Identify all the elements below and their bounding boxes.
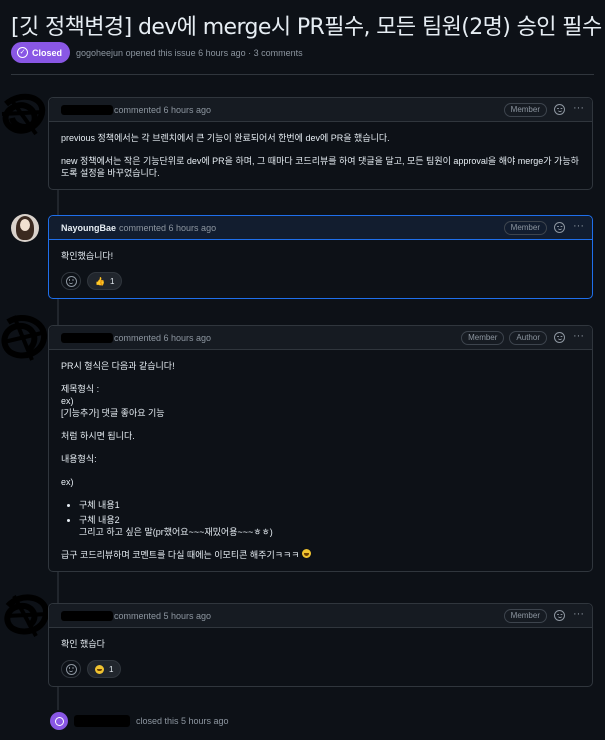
member-role-badge: Member xyxy=(503,102,547,117)
comment-paragraph: 확인 했습다 xyxy=(61,639,105,649)
grin-emoji-icon xyxy=(302,549,312,558)
member-role-badge: Member xyxy=(503,220,547,235)
reactions-bar: 👍 1 xyxy=(49,272,592,298)
add-reaction-icon[interactable] xyxy=(554,222,565,233)
reaction-count: 1 xyxy=(109,276,115,286)
list-item-text: 구체 내용2 xyxy=(79,515,120,525)
add-reaction-icon[interactable] xyxy=(554,104,565,115)
comment-2: NayoungBae commented 6 hours ago Member … xyxy=(48,215,593,299)
comment-timestamp[interactable]: commented 6 hours ago xyxy=(119,223,216,233)
comment-header: commented 6 hours ago Member ··· xyxy=(49,98,592,122)
more-options-icon[interactable]: ··· xyxy=(573,331,584,343)
redacted-avatar-scribble xyxy=(1,315,48,361)
list-item: 구체 내용1 xyxy=(79,499,580,511)
avatar[interactable] xyxy=(11,214,39,242)
add-reaction-button[interactable] xyxy=(61,272,81,290)
issue-meta: gogoheejun opened this issue 6 hours ago… xyxy=(76,47,303,58)
closed-check-circle-icon xyxy=(50,712,68,730)
comment-paragraph: 제목형식 : xyxy=(61,384,100,394)
smile-icon xyxy=(65,663,77,675)
closed-state-badge: ✓ Closed xyxy=(11,42,71,63)
comment-paragraph: 처럼 하시면 됩니다. xyxy=(61,431,135,441)
author-role-badge: Author xyxy=(509,330,547,345)
closed-event-text: closed this 5 hours ago xyxy=(136,716,229,726)
member-role-badge: Member xyxy=(503,608,547,623)
comment-timestamp[interactable]: commented 6 hours ago xyxy=(114,105,211,115)
closed-event: closed this 5 hours ago xyxy=(50,712,229,730)
comment-paragraph: 내용형식: xyxy=(61,454,97,464)
comment-body: PR시 형식은 다음과 같습니다! 제목형식 : ex) [기능추가] 댓글 좋… xyxy=(49,350,592,571)
comment-timestamp[interactable]: commented 5 hours ago xyxy=(114,611,211,621)
comment-paragraph: ex) xyxy=(61,477,74,487)
comment-author-redacted[interactable] xyxy=(61,332,113,343)
comment-list: 구체 내용1 구체 내용2 그리고 하고 싶은 말(pr했어요~~~재밌어용~~… xyxy=(79,499,580,538)
list-item-text: 그리고 하고 싶은 말(pr했어요~~~재밌어용~~~ㅎㅎ) xyxy=(79,527,273,537)
check-circle-icon: ✓ xyxy=(17,47,28,58)
thumbs-up-icon: 👍 xyxy=(95,276,105,286)
header-divider xyxy=(11,74,594,75)
add-reaction-button[interactable] xyxy=(61,660,81,678)
comment-paragraph: ex) xyxy=(61,396,74,406)
smile-reaction[interactable]: 1 xyxy=(87,660,122,678)
comment-1: commented 6 hours ago Member ··· previou… xyxy=(48,97,593,190)
add-reaction-icon[interactable] xyxy=(554,610,565,621)
comment-paragraph: [기능추가] 댓글 좋아요 기능 xyxy=(61,408,165,418)
comment-body: 확인했습니다! xyxy=(49,240,592,272)
list-item: 구체 내용2 그리고 하고 싶은 말(pr했어요~~~재밌어용~~~ㅎㅎ) xyxy=(79,514,580,538)
comment-body: previous 정책에서는 각 브렌치에서 큰 기능이 완료되어서 한번에 d… xyxy=(49,122,592,189)
smile-icon xyxy=(65,275,77,287)
comment-header: NayoungBae commented 6 hours ago Member … xyxy=(49,216,592,240)
reactions-bar: 1 xyxy=(49,660,592,686)
reaction-count: 1 xyxy=(109,664,114,674)
comment-3: commented 6 hours ago Member Author ··· … xyxy=(48,325,593,572)
comment-paragraph: 확인했습니다! xyxy=(61,251,114,261)
issue-state-row: ✓ Closed gogoheejun opened this issue 6 … xyxy=(11,42,303,63)
comment-paragraph: new 정책에서는 작은 기능단위로 dev에 PR을 하며, 그 때마다 코드… xyxy=(61,156,579,178)
issue-title: [깃 정책변경] dev에 merge시 PR필수, 모든 팀원(2명) 승인 … xyxy=(11,15,602,40)
redacted-avatar-scribble xyxy=(4,594,50,637)
closed-actor-redacted[interactable] xyxy=(74,715,130,727)
more-options-icon[interactable]: ··· xyxy=(573,609,584,621)
comment-body: 확인 했습다 xyxy=(49,628,592,660)
more-options-icon[interactable]: ··· xyxy=(573,221,584,233)
comment-footer-text: 급구 코드리뷰하며 코멘트를 다실 때에는 이모티콘 해주기ㅋㅋㅋ xyxy=(61,550,300,560)
grin-emoji-icon xyxy=(95,664,104,674)
comment-header: commented 5 hours ago Member ··· xyxy=(49,604,592,628)
comment-paragraph: 급구 코드리뷰하며 코멘트를 다실 때에는 이모티콘 해주기ㅋㅋㅋ xyxy=(61,549,580,561)
state-label: Closed xyxy=(32,47,63,58)
member-role-badge: Member xyxy=(461,330,505,345)
comment-timestamp[interactable]: commented 6 hours ago xyxy=(114,333,211,343)
comment-author-redacted[interactable] xyxy=(61,610,113,621)
redacted-avatar-scribble xyxy=(1,93,46,136)
comment-paragraph: previous 정책에서는 각 브렌치에서 큰 기능이 완료되어서 한번에 d… xyxy=(61,133,390,143)
comment-author-redacted[interactable] xyxy=(61,104,113,115)
comment-author[interactable]: NayoungBae xyxy=(61,223,116,233)
comment-header: commented 6 hours ago Member Author ··· xyxy=(49,326,592,350)
thumbs-up-reaction[interactable]: 👍 1 xyxy=(87,272,123,290)
comment-4: commented 5 hours ago Member ··· 확인 했습다 … xyxy=(48,603,593,687)
add-reaction-icon[interactable] xyxy=(554,332,565,343)
comment-paragraph: PR시 형식은 다음과 같습니다! xyxy=(61,361,175,371)
more-options-icon[interactable]: ··· xyxy=(573,103,584,115)
